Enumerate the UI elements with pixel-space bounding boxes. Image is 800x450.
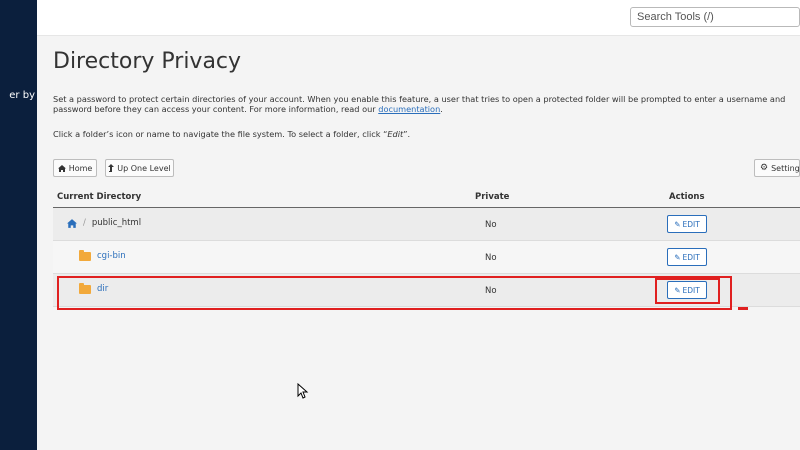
mouse-cursor-icon xyxy=(297,383,309,399)
table-header: Current Directory Private Actions xyxy=(53,186,800,208)
folder-entry: cgi-bin xyxy=(79,249,126,261)
edit-button-label: EDIT xyxy=(682,219,700,229)
edit-button[interactable]: ✎ EDIT xyxy=(667,215,707,233)
top-bar xyxy=(37,0,800,36)
home-button-label: Home xyxy=(68,163,93,173)
current-path-label: public_html xyxy=(91,218,142,228)
folder-icon[interactable] xyxy=(79,282,91,294)
table-row-root: / public_html No ✎ EDIT xyxy=(53,208,800,241)
hint-part: Click a folder’s icon or name to navigat… xyxy=(53,129,388,139)
gear-icon: ⚙ xyxy=(760,163,769,173)
up-one-level-label: Up One Level xyxy=(117,163,171,173)
root-path: / public_html xyxy=(67,218,141,228)
page-title: Directory Privacy xyxy=(53,49,242,74)
pencil-icon: ✎ xyxy=(674,219,681,229)
edit-button[interactable]: ✎ EDIT xyxy=(667,248,707,266)
pencil-icon: ✎ xyxy=(674,252,681,262)
folder-name-link[interactable]: cgi-bin xyxy=(97,251,126,261)
folder-name-link[interactable]: dir xyxy=(97,284,108,294)
level-up-icon xyxy=(108,164,115,172)
settings-button-label: Settings xyxy=(771,163,800,173)
edit-button[interactable]: ✎ EDIT xyxy=(667,281,707,299)
private-status: No xyxy=(485,286,497,296)
up-one-level-button[interactable]: Up One Level xyxy=(105,159,174,177)
hint-edit-emphasis: Edit xyxy=(387,129,404,139)
main-content: Directory Privacy Set a password to prot… xyxy=(37,36,800,450)
home-icon[interactable] xyxy=(67,218,77,228)
documentation-link[interactable]: documentation xyxy=(378,104,440,114)
description-text: Set a password to protect certain direct… xyxy=(53,94,798,114)
column-private: Private xyxy=(475,192,510,202)
search-tools-input[interactable] xyxy=(630,7,800,27)
table-row: dir No ✎ EDIT xyxy=(53,274,800,307)
pencil-icon: ✎ xyxy=(674,285,681,295)
sidebar-text-fragment: er by xyxy=(9,90,35,101)
home-button[interactable]: Home xyxy=(53,159,97,177)
navigation-hint-text: Click a folder’s icon or name to navigat… xyxy=(53,129,798,139)
private-status: No xyxy=(485,220,497,230)
path-separator: / xyxy=(83,218,86,228)
edit-button-label: EDIT xyxy=(682,285,700,295)
column-actions: Actions xyxy=(669,192,705,202)
description-end: . xyxy=(440,104,443,114)
edit-button-label: EDIT xyxy=(682,252,700,262)
settings-button[interactable]: ⚙ Settings xyxy=(754,159,800,177)
sidebar: er by xyxy=(0,0,37,450)
private-status: No xyxy=(485,253,497,263)
home-icon xyxy=(57,164,66,172)
hint-end: ”. xyxy=(403,129,411,139)
folder-icon[interactable] xyxy=(79,249,91,261)
folder-entry: dir xyxy=(79,282,108,294)
column-current-directory: Current Directory xyxy=(57,192,142,202)
table-row: cgi-bin No ✎ EDIT xyxy=(53,241,800,274)
